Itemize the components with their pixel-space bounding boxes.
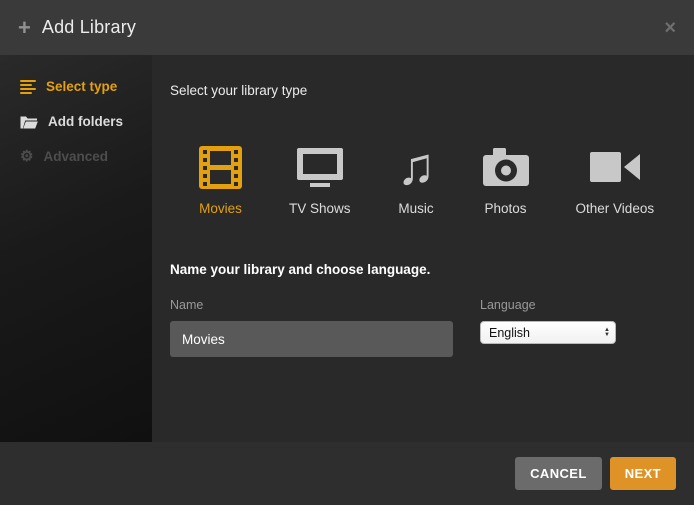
library-type-label: TV Shows — [289, 201, 351, 216]
library-type-grid: Movies TV Shows ♫ — [198, 143, 674, 216]
library-type-music[interactable]: ♫ Music — [397, 143, 436, 216]
library-type-movies[interactable]: Movies — [198, 143, 243, 216]
dialog-title: Add Library — [42, 17, 136, 38]
sidebar: Select type Add folders ⚙ Advanced — [0, 55, 152, 442]
library-type-photos[interactable]: Photos — [482, 143, 530, 216]
camera-icon — [482, 143, 530, 191]
library-type-heading: Select your library type — [170, 83, 674, 98]
name-language-form: Name Language English ▲▼ — [170, 298, 674, 357]
library-type-label: Other Videos — [576, 201, 655, 216]
dialog-header: + Add Library × — [0, 0, 694, 55]
dialog-footer: CANCEL NEXT — [0, 442, 694, 505]
plus-icon: + — [18, 17, 31, 39]
sidebar-item-label: Select type — [46, 79, 117, 94]
library-type-tv-shows[interactable]: TV Shows — [289, 143, 351, 216]
library-type-label: Photos — [485, 201, 527, 216]
cancel-button[interactable]: CANCEL — [515, 457, 602, 490]
film-icon — [198, 143, 243, 191]
list-icon — [20, 80, 36, 94]
language-select[interactable]: English — [480, 321, 616, 344]
library-type-label: Music — [398, 201, 433, 216]
content-pane: Select your library type — [152, 55, 694, 442]
dialog-body: Select type Add folders ⚙ Advanced Selec… — [0, 55, 694, 442]
video-camera-icon — [589, 143, 641, 191]
folder-icon — [20, 115, 38, 129]
sidebar-item-select-type[interactable]: Select type — [0, 69, 152, 104]
name-input[interactable] — [170, 321, 453, 357]
name-language-heading: Name your library and choose language. — [170, 262, 674, 277]
close-icon[interactable]: × — [664, 18, 676, 38]
name-label: Name — [170, 298, 453, 312]
gear-icon: ⚙ — [20, 149, 33, 164]
tv-icon — [295, 143, 345, 191]
sidebar-item-label: Advanced — [43, 149, 108, 164]
next-button[interactable]: NEXT — [610, 457, 676, 490]
library-type-other-videos[interactable]: Other Videos — [576, 143, 655, 216]
sidebar-item-advanced[interactable]: ⚙ Advanced — [0, 139, 152, 174]
library-type-label: Movies — [199, 201, 242, 216]
add-library-dialog: + Add Library × Select type Add folders — [0, 0, 694, 505]
sidebar-item-add-folders[interactable]: Add folders — [0, 104, 152, 139]
sidebar-item-label: Add folders — [48, 114, 123, 129]
language-label: Language — [480, 298, 616, 312]
music-note-icon: ♫ — [397, 143, 436, 191]
